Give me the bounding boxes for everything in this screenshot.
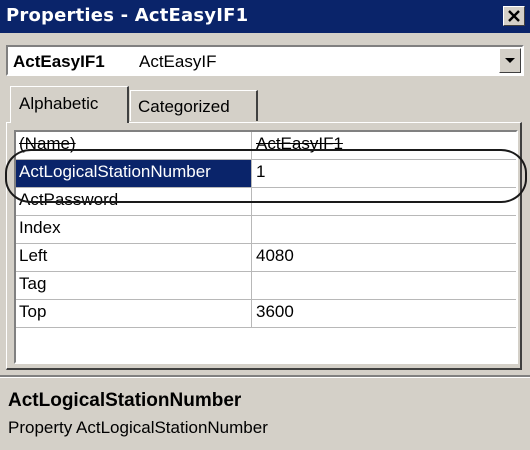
description-title: ActLogicalStationNumber <box>8 390 242 411</box>
property-value[interactable]: 4080 <box>252 244 516 271</box>
tab-alphabetic[interactable]: Alphabetic <box>10 86 129 123</box>
property-value[interactable] <box>252 216 516 243</box>
chevron-down-icon <box>505 57 515 63</box>
close-button[interactable] <box>503 6 525 26</box>
property-name: (Name) <box>16 132 252 159</box>
property-value[interactable]: 3600 <box>252 300 516 327</box>
property-name: Tag <box>16 272 252 299</box>
property-name: ActPassword <box>16 188 252 215</box>
window-title: Properties - ActEasyIF1 <box>6 5 249 26</box>
title-bar: Properties - ActEasyIF1 <box>0 0 530 33</box>
property-value[interactable] <box>252 188 516 215</box>
dropdown-button[interactable] <box>499 48 521 73</box>
property-name: Index <box>16 216 252 243</box>
property-name: ActLogicalStationNumber <box>16 160 252 187</box>
property-row-tag[interactable]: Tag <box>16 272 516 300</box>
property-row-left[interactable]: Left 4080 <box>16 244 516 272</box>
object-selector[interactable]: ActEasyIF1 ActEasyIF <box>6 45 524 76</box>
property-row-index[interactable]: Index <box>16 216 516 244</box>
property-row-actlogicalstationnumber[interactable]: ActLogicalStationNumber 1 <box>16 160 516 188</box>
property-value[interactable]: ActEasyIF1 <box>252 132 516 159</box>
close-icon <box>508 10 520 22</box>
property-value[interactable]: 1 <box>252 160 516 187</box>
property-row-name[interactable]: (Name) ActEasyIF1 <box>16 132 516 160</box>
property-value[interactable] <box>252 272 516 299</box>
tab-categorized[interactable]: Categorized <box>130 90 258 121</box>
property-grid: (Name) ActEasyIF1 ActLogicalStationNumbe… <box>14 130 518 364</box>
property-row-top[interactable]: Top 3600 <box>16 300 516 328</box>
divider <box>0 375 530 378</box>
object-name: ActEasyIF1 <box>13 52 105 71</box>
property-row-actpassword[interactable]: ActPassword <box>16 188 516 216</box>
property-name: Left <box>16 244 252 271</box>
property-name: Top <box>16 300 252 327</box>
object-type: ActEasyIF <box>139 52 217 71</box>
description-text: Property ActLogicalStationNumber <box>8 418 268 437</box>
